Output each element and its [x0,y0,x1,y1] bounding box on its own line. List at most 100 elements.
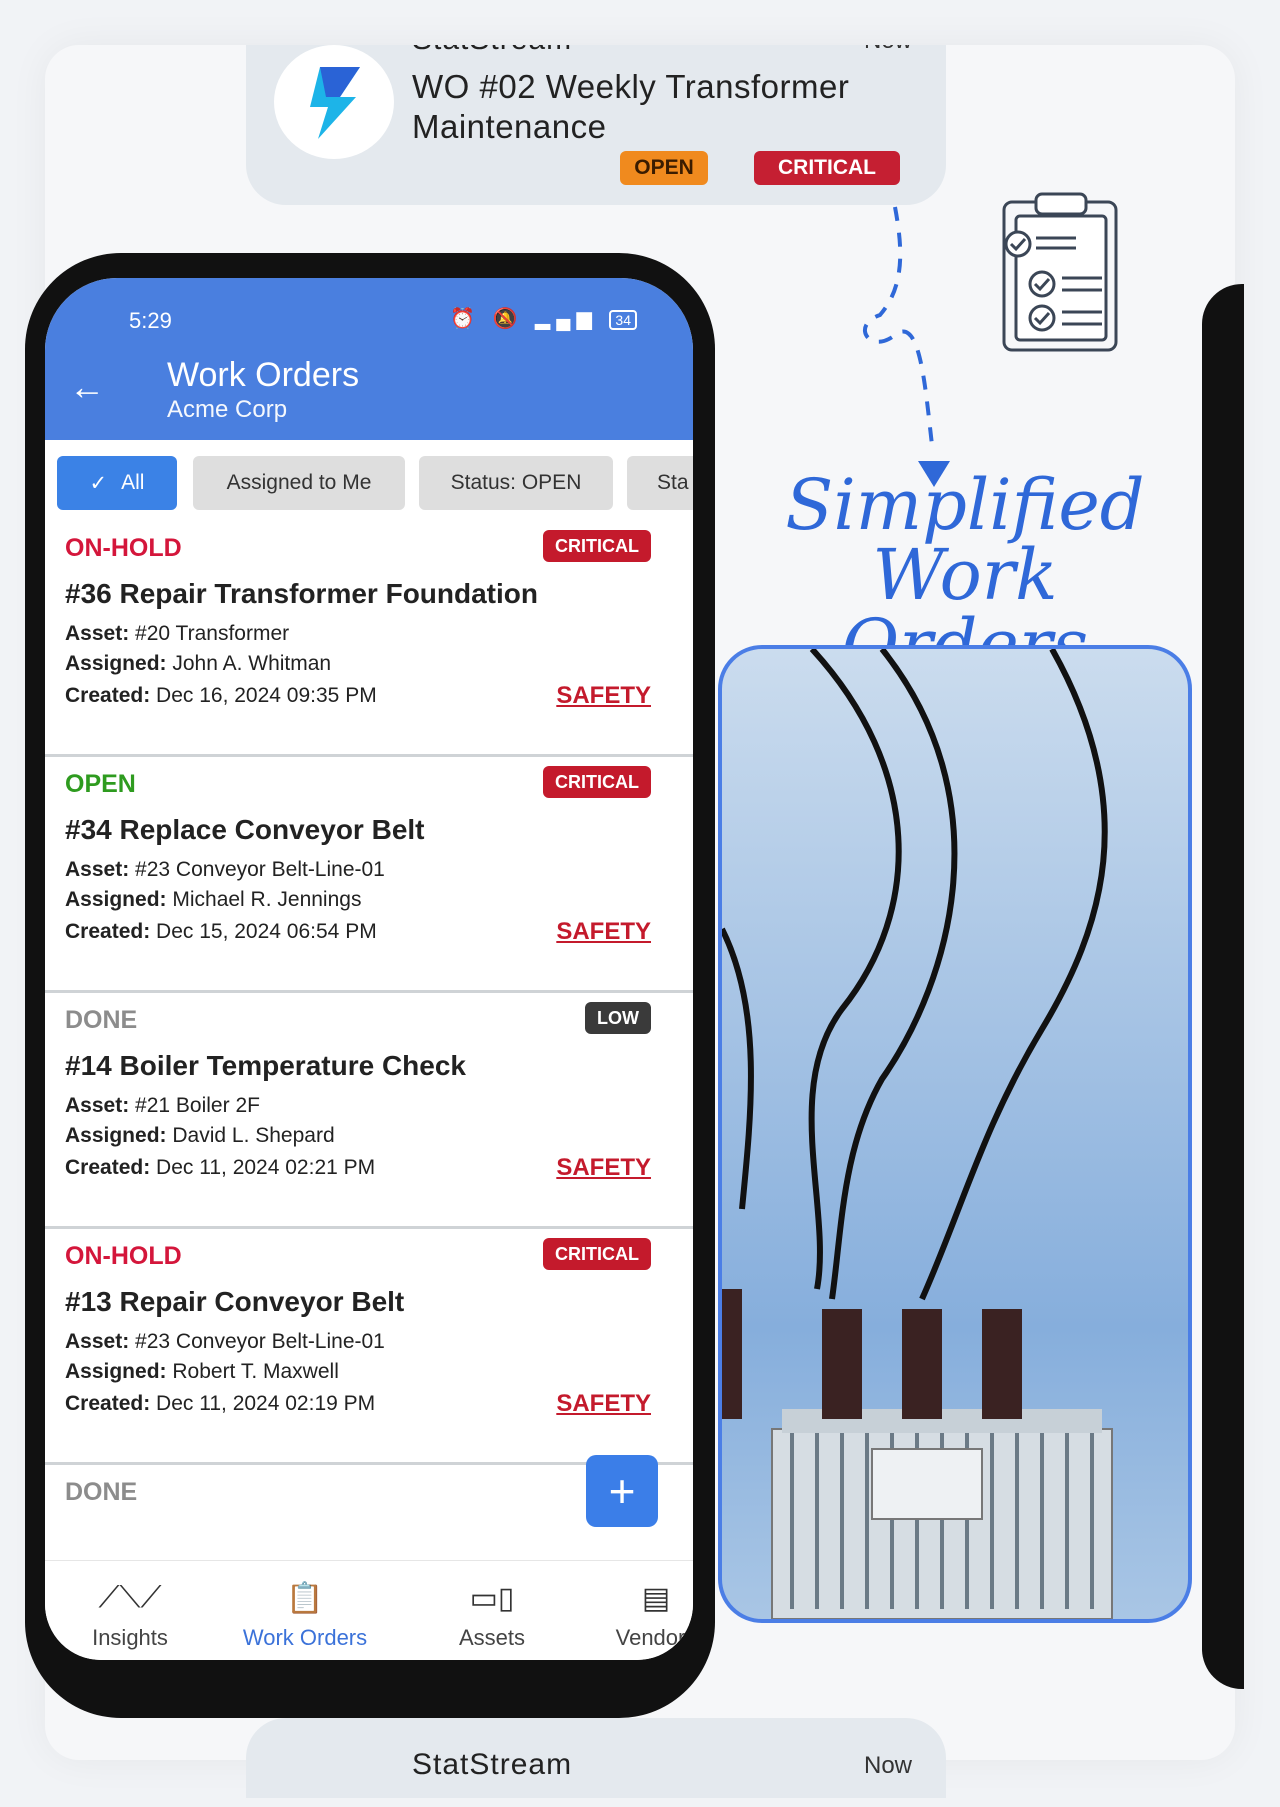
clipboard-icon: 📋 [286,1582,324,1615]
clipboard-checklist-icon [1002,192,1118,352]
dashed-arrow-icon [863,206,950,487]
priority-badge: CRITICAL [543,530,651,562]
add-work-order-button[interactable]: + [586,1455,658,1527]
work-order-card[interactable]: DONE LOW #14 Boiler Temperature Check Asse… [45,990,693,1229]
created-value: Dec 15, 2024 06:54 PM [156,920,377,943]
assigned-label: Assigned: [65,652,167,675]
created-label: Created: [65,1392,151,1415]
work-order-card[interactable]: ON-HOLD CRITICAL #13 Repair Conveyor Belt … [45,1226,693,1465]
notification-status-badge: OPEN [620,151,708,185]
asset-value: #23 Conveyor Belt-Line-01 [135,1330,385,1353]
work-order-title: #34 Replace Conveyor Belt [65,814,425,845]
safety-link[interactable]: SAFETY [556,1390,651,1418]
asset-label: Asset: [65,858,130,881]
work-order-title: #13 Repair Conveyor Belt [65,1286,405,1317]
asset-label: Asset: [65,622,130,645]
notification-banner-bottom[interactable]: StatStream Now [246,1718,946,1798]
assigned-line: Assigned: Michael R. Jennings [65,888,361,912]
notification-time: Now [863,1752,912,1779]
mute-icon: 🔕 [492,308,524,330]
filter-chip-all[interactable]: ✓ All [57,456,177,510]
created-line: Created: Dec 16, 2024 09:35 PM [65,684,377,708]
asset-line: Asset: #23 Conveyor Belt-Line-01 [65,858,385,882]
assigned-line: Assigned: David L. Shepard [65,1124,335,1148]
phone-screen: 5:29 ⏰ 🔕 ▂▄▆ 34 ← Work Orders Acme Corp … [45,278,693,1660]
created-line: Created: Dec 11, 2024 02:21 PM [65,1156,375,1180]
filter-chip-status[interactable]: Status: OPEN [419,456,613,510]
notification-banner[interactable]: StatStream Now WO #02 Weekly Transformer… [246,45,946,205]
page-title: Work Orders [167,356,360,394]
assigned-line: Assigned: John A. Whitman [65,652,331,676]
assigned-value: Michael R. Jennings [172,888,362,911]
insights-icon: ⟋⟍⟋ [98,1581,162,1614]
priority-badge: LOW [585,1002,651,1034]
back-arrow-icon[interactable]: ← [69,366,105,408]
priority-badge: CRITICAL [543,766,651,798]
filter-chip-assigned[interactable]: Assigned to Me [193,456,405,510]
nav-vendors[interactable]: ▤ Vendors [581,1561,693,1660]
assigned-value: Robert T. Maxwell [172,1360,339,1383]
nav-insights[interactable]: ⟋⟍⟋ Insights [55,1561,205,1660]
nav-assets[interactable]: ▭▯ Assets [417,1561,567,1660]
work-order-card[interactable]: ON-HOLD CRITICAL #36 Repair Transformer Fo… [45,518,693,757]
work-order-status: ON-HOLD [65,1242,182,1270]
assigned-label: Assigned: [65,1360,167,1383]
alarm-icon: ⏰ [449,308,481,330]
notification-priority-badge: CRITICAL [754,151,900,185]
asset-line: Asset: #21 Boiler 2F [65,1094,260,1118]
bottom-navigation: ⟋⟍⟋ Insights 📋 Work Orders ▭▯ Assets ▤ V… [45,1560,693,1660]
signal-icon: ▂▄▆ [534,308,598,330]
asset-line: Asset: #20 Transformer [65,622,289,646]
notification-time: Now [864,45,912,55]
work-order-status: ON-HOLD [65,534,182,562]
notification-title: WO #02 Weekly Transformer Maintenance [412,68,850,145]
statstream-logo [274,45,394,159]
safety-link[interactable]: SAFETY [556,918,651,946]
work-order-title: #36 Repair Transformer Foundation [65,578,538,609]
asset-label: Asset: [65,1094,130,1117]
page-subtitle: Acme Corp [167,396,288,423]
work-order-status: DONE [65,1006,138,1034]
nav-label: Insights [92,1625,168,1650]
created-label: Created: [65,684,151,707]
nav-work-orders[interactable]: 📋 Work Orders [215,1561,395,1660]
assigned-line: Assigned: Robert T. Maxwell [65,1360,339,1384]
asset-value: #23 Conveyor Belt-Line-01 [135,858,385,881]
nav-label: Work Orders [242,1625,368,1650]
filter-chip-more[interactable]: Sta [627,456,693,510]
created-value: Dec 11, 2024 02:21 PM [156,1156,376,1179]
nav-label: Vendors [615,1625,693,1650]
notification-app-name: StatStream [412,45,572,57]
work-order-status: OPEN [65,770,136,798]
safety-link[interactable]: SAFETY [556,682,651,710]
asset-value: #20 Transformer [135,622,290,645]
assigned-label: Assigned: [65,888,167,911]
app-bar: 5:29 ⏰ 🔕 ▂▄▆ 34 ← Work Orders Acme Corp [45,278,693,440]
asset-value: #21 Boiler 2F [135,1094,260,1117]
status-time: 5:29 [129,308,172,333]
asset-label: Asset: [65,1330,130,1353]
priority-badge: CRITICAL [543,1238,651,1270]
check-icon: ✓ [89,471,108,495]
work-order-card[interactable]: OPEN CRITICAL #34 Replace Conveyor Belt As… [45,754,693,993]
store-icon: ▤ [641,1582,671,1615]
created-label: Created: [65,920,151,943]
safety-link[interactable]: SAFETY [556,1154,651,1182]
created-label: Created: [65,1156,151,1179]
status-icons: ⏰ 🔕 ▂▄▆ 34 [450,306,637,331]
notification-app-name: StatStream [412,1748,573,1781]
secondary-phone-edge [1202,284,1244,1689]
created-line: Created: Dec 11, 2024 02:19 PM [65,1392,375,1416]
created-value: Dec 16, 2024 09:35 PM [156,684,377,707]
assigned-value: John A. Whitman [172,652,332,675]
devices-icon: ▭▯ [469,1582,515,1615]
created-value: Dec 11, 2024 02:19 PM [156,1392,376,1415]
assigned-value: David L. Shepard [172,1124,335,1147]
transformer-photo [718,645,1192,1623]
battery-icon: 34 [609,309,637,330]
created-line: Created: Dec 15, 2024 06:54 PM [65,920,377,944]
work-order-status: DONE [65,1478,138,1506]
filter-chips: ✓ All Assigned to Me Status: OPEN Sta [57,456,693,512]
filter-chip-label: All [121,471,145,494]
assigned-label: Assigned: [65,1124,167,1147]
